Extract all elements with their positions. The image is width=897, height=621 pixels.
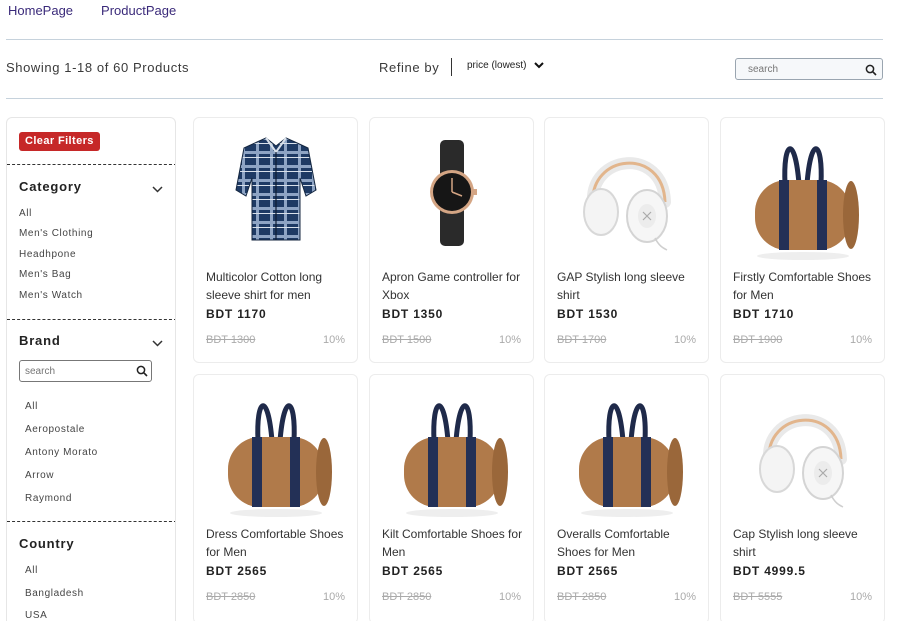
- brand-search: [19, 360, 152, 382]
- country-item-bangladesh[interactable]: Bangladesh: [25, 588, 84, 599]
- product-search: [735, 58, 883, 80]
- chevron-down-icon: [534, 62, 545, 69]
- nav-productpage-link[interactable]: ProductPage: [101, 3, 176, 19]
- clear-filters-button[interactable]: Clear Filters: [19, 132, 100, 151]
- product-discount: 10%: [322, 334, 345, 346]
- product-old-price: BDT 1700: [557, 334, 607, 346]
- refine-separator: [451, 58, 452, 76]
- product-price: BDT 1170: [206, 307, 267, 321]
- top-divider: [6, 39, 883, 40]
- product-price: BDT 1710: [733, 307, 795, 321]
- product-price: BDT 2565: [382, 564, 444, 578]
- product-card[interactable]: Apron Game controller for Xbox BDT 1350 …: [369, 117, 534, 363]
- brand-item-antony-morato[interactable]: Antony Morato: [25, 447, 98, 458]
- sort-value: price (lowest): [467, 60, 527, 71]
- product-card[interactable]: Dress Comfortable Shoes for Men BDT 2565…: [193, 374, 358, 621]
- product-card[interactable]: Firstly Comfortable Shoes for Men BDT 17…: [720, 117, 885, 363]
- brand-title: Brand: [19, 333, 61, 348]
- product-image[interactable]: [194, 118, 357, 268]
- brand-item-raymond[interactable]: Raymond: [25, 493, 72, 504]
- product-old-price: BDT 1300: [206, 334, 256, 346]
- nav-homepage-link[interactable]: HomePage: [8, 3, 73, 19]
- brand-item-all[interactable]: All: [25, 401, 38, 412]
- brand-item-arrow[interactable]: Arrow: [25, 470, 54, 481]
- product-name[interactable]: Kilt Comfortable Shoes for Men: [382, 525, 527, 561]
- product-old-price: BDT 2850: [206, 591, 256, 603]
- product-old-price: BDT 2850: [557, 591, 607, 603]
- product-image[interactable]: [721, 375, 884, 525]
- product-image[interactable]: [545, 118, 708, 268]
- results-count: Showing 1-18 of 60 Products: [6, 60, 190, 75]
- chevron-down-icon[interactable]: [152, 180, 163, 198]
- product-name[interactable]: Firstly Comfortable Shoes for Men: [733, 268, 878, 304]
- product-discount: 10%: [498, 334, 521, 346]
- product-card[interactable]: Overalls Comfortable Shoes for Men BDT 2…: [544, 374, 709, 621]
- search-icon[interactable]: [136, 364, 148, 382]
- product-old-price: BDT 2850: [382, 591, 432, 603]
- product-card[interactable]: Cap Stylish long sleeve shirt BDT 4999.5…: [720, 374, 885, 621]
- product-price: BDT 2565: [206, 564, 268, 578]
- brand-item-aeropostale[interactable]: Aeropostale: [25, 424, 85, 435]
- filter-divider: [7, 521, 175, 522]
- results-toolbar: Showing 1-18 of 60 Products Refine by pr…: [0, 41, 897, 97]
- product-card[interactable]: GAP Stylish long sleeve shirt BDT 1530 B…: [544, 117, 709, 363]
- product-old-price: BDT 5555: [733, 591, 783, 603]
- product-name[interactable]: Dress Comfortable Shoes for Men: [206, 525, 351, 561]
- product-old-price: BDT 1500: [382, 334, 432, 346]
- product-old-price: BDT 1900: [733, 334, 783, 346]
- product-discount: 10%: [849, 591, 872, 603]
- product-price: BDT 1530: [557, 307, 619, 321]
- search-icon[interactable]: [865, 63, 877, 81]
- product-image[interactable]: [370, 375, 533, 525]
- category-item-mens-clothing[interactable]: Men's Clothing: [19, 228, 93, 239]
- chevron-down-icon[interactable]: [152, 334, 163, 352]
- product-image[interactable]: [370, 118, 533, 268]
- product-discount: 10%: [322, 591, 345, 603]
- category-item-all[interactable]: All: [19, 208, 32, 219]
- product-price: BDT 2565: [557, 564, 619, 578]
- filter-divider: [7, 319, 175, 320]
- product-card[interactable]: Kilt Comfortable Shoes for Men BDT 2565 …: [369, 374, 534, 621]
- product-image[interactable]: [545, 375, 708, 525]
- product-discount: 10%: [849, 334, 872, 346]
- country-item-usa[interactable]: USA: [25, 610, 47, 621]
- product-name[interactable]: Cap Stylish long sleeve shirt: [733, 525, 878, 561]
- country-title: Country: [19, 536, 75, 551]
- product-name[interactable]: Overalls Comfortable Shoes for Men: [557, 525, 702, 561]
- filter-sidebar: Clear Filters Category All Men's Clothin…: [6, 117, 176, 621]
- product-search-input[interactable]: [736, 59, 856, 80]
- country-item-all[interactable]: All: [25, 565, 38, 576]
- product-card[interactable]: Multicolor Cotton long sleeve shirt for …: [193, 117, 358, 363]
- product-discount: 10%: [673, 334, 696, 346]
- filter-divider: [7, 164, 175, 165]
- category-item-mens-bag[interactable]: Men's Bag: [19, 269, 71, 280]
- product-name[interactable]: GAP Stylish long sleeve shirt: [557, 268, 702, 304]
- category-title: Category: [19, 179, 82, 194]
- product-name[interactable]: Multicolor Cotton long sleeve shirt for …: [206, 268, 351, 304]
- product-discount: 10%: [673, 591, 696, 603]
- top-nav: HomePage ProductPage: [8, 3, 176, 19]
- product-image[interactable]: [721, 118, 884, 268]
- product-price: BDT 1350: [382, 307, 444, 321]
- refine-label: Refine by: [379, 60, 440, 75]
- product-price: BDT 4999.5: [733, 564, 806, 578]
- category-item-headphone[interactable]: Headhpone: [19, 249, 76, 260]
- product-discount: 10%: [498, 591, 521, 603]
- product-image[interactable]: [194, 375, 357, 525]
- sort-select[interactable]: price (lowest): [467, 60, 545, 71]
- brand-search-input[interactable]: [20, 361, 130, 382]
- category-item-mens-watch[interactable]: Men's Watch: [19, 290, 83, 301]
- toolbar-divider: [6, 98, 883, 99]
- product-name[interactable]: Apron Game controller for Xbox: [382, 268, 527, 304]
